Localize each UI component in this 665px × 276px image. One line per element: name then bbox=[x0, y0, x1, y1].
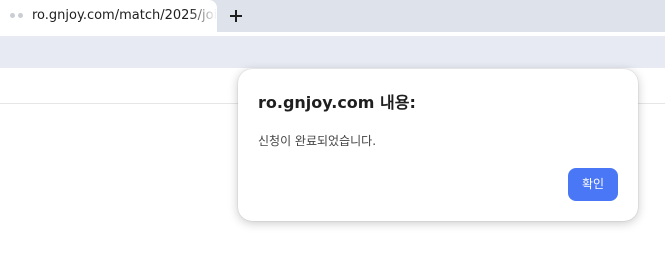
tab-title: ro.gnjoy.com/match/2025/joinPr bbox=[32, 8, 217, 23]
tab-strip: ro.gnjoy.com/match/2025/joinPr bbox=[0, 0, 665, 33]
browser-tab[interactable]: ro.gnjoy.com/match/2025/joinPr bbox=[0, 0, 217, 33]
dialog-title: ro.gnjoy.com 내용: bbox=[258, 93, 416, 112]
loading-dots-icon bbox=[10, 13, 24, 19]
dialog-message: 신청이 완료되었습니다. bbox=[258, 134, 377, 148]
alert-dialog: ro.gnjoy.com 내용: 신청이 완료되었습니다. 확인 bbox=[238, 69, 638, 221]
ok-button[interactable]: 확인 bbox=[568, 168, 618, 201]
browser-toolbar bbox=[0, 36, 665, 68]
plus-icon[interactable] bbox=[225, 5, 247, 27]
